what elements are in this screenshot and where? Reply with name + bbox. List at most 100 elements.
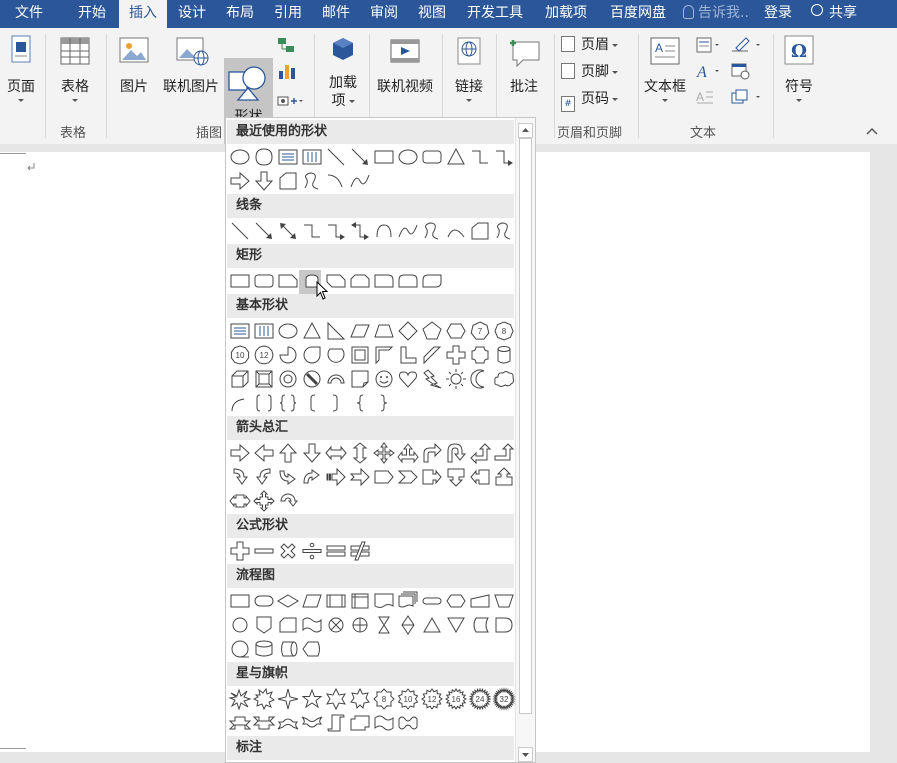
shape-elbow-icon[interactable] bbox=[468, 145, 492, 169]
tab-addins[interactable]: 加载项 bbox=[535, 0, 597, 28]
tab-baidu-netdisk[interactable]: 百度网盘 bbox=[599, 0, 677, 28]
collapse-ribbon-icon[interactable] bbox=[866, 126, 878, 136]
shape-oval-icon[interactable] bbox=[228, 145, 252, 169]
shape-fstored-icon[interactable] bbox=[468, 613, 492, 637]
gallery-scrollbar[interactable] bbox=[515, 118, 535, 762]
shape-dblwave-icon[interactable] bbox=[396, 711, 420, 735]
shape-polygon-8-icon[interactable]: 8 bbox=[492, 319, 516, 343]
shape-leftup-icon[interactable] bbox=[468, 441, 492, 465]
tab-review[interactable]: 审阅 bbox=[361, 0, 407, 28]
shape-bevel-icon[interactable] bbox=[252, 367, 276, 391]
shape-line-icon[interactable] bbox=[324, 145, 348, 169]
shape-lbracket-icon[interactable] bbox=[300, 391, 324, 415]
shape-divide-icon[interactable] bbox=[300, 539, 324, 563]
login-button[interactable]: 登录 bbox=[764, 0, 792, 28]
shape-plaque-icon[interactable] bbox=[468, 343, 492, 367]
shape-rarrow-icon[interactable] bbox=[228, 169, 252, 193]
shape-udarrow-icon[interactable] bbox=[348, 441, 372, 465]
shape-arrowline-icon[interactable] bbox=[348, 145, 372, 169]
shape-freeform-icon[interactable] bbox=[492, 219, 516, 243]
shape-fmulti-icon[interactable] bbox=[396, 589, 420, 613]
shape-foffpage-icon[interactable] bbox=[252, 613, 276, 637]
shape-quadcallout-icon[interactable] bbox=[252, 489, 276, 513]
shape-noSym-icon[interactable] bbox=[300, 367, 324, 391]
shape-line-icon[interactable] bbox=[228, 219, 252, 243]
shape-moon-icon[interactable] bbox=[468, 367, 492, 391]
shape-fdoc-icon[interactable] bbox=[372, 589, 396, 613]
shape-for-icon[interactable] bbox=[348, 613, 372, 637]
shape-freeform-icon[interactable] bbox=[420, 219, 444, 243]
shape-oval-icon[interactable] bbox=[276, 319, 300, 343]
shape-fdata-icon[interactable] bbox=[300, 589, 324, 613]
shape-pentagonish-icon[interactable] bbox=[468, 219, 492, 243]
shape-triangle-icon[interactable] bbox=[444, 145, 468, 169]
shape-can-icon[interactable] bbox=[492, 343, 516, 367]
header-button[interactable]: 页眉 bbox=[561, 34, 618, 56]
shape-pentagon-icon[interactable] bbox=[420, 319, 444, 343]
shape-elbowarrow-icon[interactable] bbox=[324, 219, 348, 243]
shape-curvright-icon[interactable] bbox=[228, 465, 252, 489]
scroll-thumb[interactable] bbox=[519, 138, 532, 714]
shape-lbrace-icon[interactable] bbox=[348, 391, 372, 415]
shape-hexagon-icon[interactable] bbox=[444, 319, 468, 343]
shape-plus-icon[interactable] bbox=[444, 343, 468, 367]
shape-vtextbox-icon[interactable] bbox=[300, 145, 324, 169]
shape-diamond-icon[interactable] bbox=[396, 319, 420, 343]
shape-donut-icon[interactable] bbox=[276, 367, 300, 391]
tab-file[interactable]: 文件 bbox=[0, 0, 58, 28]
shape-rndtop-icon[interactable] bbox=[396, 269, 420, 293]
shape-curvdown-icon[interactable] bbox=[300, 465, 324, 489]
tab-references[interactable]: 引用 bbox=[265, 0, 311, 28]
shape-rbrace-icon[interactable] bbox=[372, 391, 396, 415]
shape-ribbonUp-icon[interactable] bbox=[228, 711, 252, 735]
shape-lightning-icon[interactable] bbox=[420, 367, 444, 391]
link-button[interactable]: 链接 bbox=[448, 34, 490, 102]
shape-polygon-12-icon[interactable]: 12 bbox=[252, 343, 276, 367]
shape-arc-icon[interactable] bbox=[324, 169, 348, 193]
drop-cap-icon[interactable]: A bbox=[695, 88, 721, 106]
table-button[interactable]: 表格 bbox=[53, 34, 97, 102]
shape-hscroll-icon[interactable] bbox=[348, 711, 372, 735]
shape-fmerge-icon[interactable] bbox=[444, 613, 468, 637]
shape-star-8-icon[interactable]: 8 bbox=[372, 687, 396, 711]
shape-diagstripe-icon[interactable] bbox=[420, 343, 444, 367]
shape-rnddiag-icon[interactable] bbox=[420, 269, 444, 293]
shape-equal-icon[interactable] bbox=[324, 539, 348, 563]
shape-dblbrace-icon[interactable] bbox=[276, 391, 300, 415]
shape-snip1-icon[interactable] bbox=[276, 269, 300, 293]
shape-cloud-icon[interactable] bbox=[492, 367, 516, 391]
tell-me-search[interactable]: 告诉我.. bbox=[683, 0, 749, 28]
shape-darrow-icon[interactable] bbox=[252, 169, 276, 193]
shape-fsort-icon[interactable] bbox=[396, 613, 420, 637]
chart-icon[interactable] bbox=[277, 62, 297, 80]
shape-fcollate-icon[interactable] bbox=[372, 613, 396, 637]
shape-plus-icon[interactable] bbox=[228, 539, 252, 563]
shape-star7-icon[interactable] bbox=[348, 687, 372, 711]
shape-rarrow-icon[interactable] bbox=[228, 441, 252, 465]
shape-folded-icon[interactable] bbox=[348, 367, 372, 391]
shape-teardrop-icon[interactable] bbox=[252, 145, 276, 169]
shape-vtextbox-icon[interactable] bbox=[252, 319, 276, 343]
shape-rect-icon[interactable] bbox=[372, 145, 396, 169]
shape-fprep-icon[interactable] bbox=[444, 589, 468, 613]
shape-explosion1-icon[interactable] bbox=[228, 687, 252, 711]
shape-rect-icon[interactable] bbox=[228, 589, 252, 613]
wordart-icon[interactable]: A bbox=[695, 62, 721, 80]
picture-button[interactable]: 图片 bbox=[115, 34, 153, 96]
shape-stripedright-icon[interactable] bbox=[324, 465, 348, 489]
shape-fterminator-icon[interactable] bbox=[420, 589, 444, 613]
shape-smiley-icon[interactable] bbox=[372, 367, 396, 391]
shape-triangle-icon[interactable] bbox=[300, 319, 324, 343]
shape-star-16-icon[interactable]: 16 bbox=[444, 687, 468, 711]
shape-textbox-icon[interactable] bbox=[228, 319, 252, 343]
shape-arrowline-icon[interactable] bbox=[252, 219, 276, 243]
shape-dblarrow-icon[interactable] bbox=[276, 219, 300, 243]
shape-rnd1-icon[interactable] bbox=[372, 269, 396, 293]
shape-star-32-icon[interactable]: 32 bbox=[492, 687, 516, 711]
shape-pie-icon[interactable] bbox=[276, 343, 300, 367]
shape-rect-icon[interactable] bbox=[228, 269, 252, 293]
shape-rtri-icon[interactable] bbox=[324, 319, 348, 343]
shape-star5-icon[interactable] bbox=[300, 687, 324, 711]
pages-button[interactable]: 页面 bbox=[2, 34, 40, 102]
shape-arcshape-icon[interactable] bbox=[228, 391, 252, 415]
